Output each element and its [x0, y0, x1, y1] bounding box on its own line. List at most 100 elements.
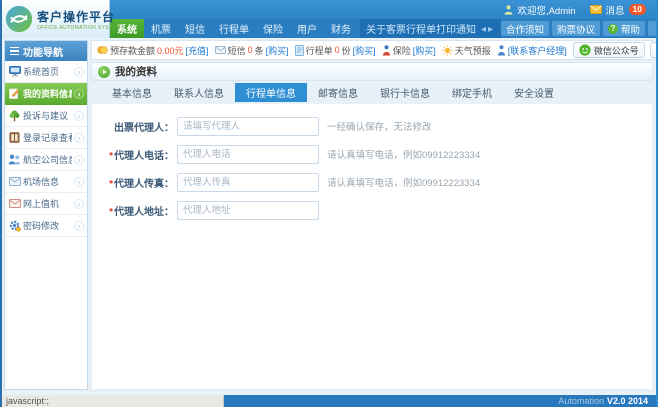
- tab-mailing-info[interactable]: 邮寄信息: [307, 83, 369, 102]
- itinerary-label: 行程单: [306, 44, 333, 57]
- sidebar-item-label: 投诉与建议: [23, 109, 68, 122]
- sms-envelope-icon: [215, 46, 226, 54]
- document-icon: [295, 45, 304, 56]
- weather-label: 天气预报: [455, 44, 491, 57]
- itinerary-form: 出票代理人： 一经确认保存，无法修改 *代理人电话： 请认真填写电话，例如099…: [91, 104, 653, 390]
- messages-label: 消息: [606, 3, 625, 17]
- logout-button[interactable]: → 退出: [648, 21, 658, 36]
- announcement-next-icon[interactable]: ▶: [488, 26, 495, 33]
- tab-bind-phone[interactable]: 绑定手机: [441, 83, 503, 102]
- account-info-bar: 预存款金额 0.00元 [充值] 短信 0 条 [购买]: [91, 40, 653, 60]
- sidebar-item-airports[interactable]: 机场信息 ›: [5, 171, 87, 193]
- checkin-envelope-icon: [8, 198, 21, 210]
- nav-item-finance[interactable]: 财务: [324, 19, 358, 38]
- recharge-link[interactable]: [充值]: [186, 44, 209, 57]
- tab-security-settings[interactable]: 安全设置: [503, 83, 565, 102]
- wechat-official-button[interactable]: 微信公众号: [573, 42, 645, 58]
- agent-address-input[interactable]: [177, 201, 319, 220]
- agent-phone-input[interactable]: [177, 145, 319, 164]
- app-subtitle: OFFICE AUTOMATION SYSTEM: [37, 25, 121, 31]
- profile-tabs: 基本信息 联系人信息 行程单信息 邮寄信息 银行卡信息 绑定手机 安全设置: [91, 83, 653, 102]
- status-link-target: javascript:;: [2, 395, 224, 407]
- ticket-agent-input[interactable]: [177, 117, 319, 136]
- logout-icon: →: [653, 23, 658, 34]
- messages-badge: 10: [629, 4, 646, 15]
- help-label: 帮助: [621, 22, 640, 36]
- nav-item-sms[interactable]: 短信: [178, 19, 212, 38]
- sms-count: 0: [248, 45, 253, 55]
- main-column: 预存款金额 0.00元 [充值] 短信 0 条 [购买]: [91, 40, 653, 390]
- sms-unit: 条: [255, 44, 264, 57]
- tab-contact-info[interactable]: 联系人信息: [163, 83, 235, 102]
- sms-buy-link[interactable]: [购买]: [266, 44, 289, 57]
- sms-label: 短信: [228, 44, 246, 57]
- nav-item-users[interactable]: 用户: [290, 19, 324, 38]
- announcement-arrows[interactable]: ◀▶: [481, 25, 495, 33]
- sidebar-item-change-password[interactable]: 密码修改 ›: [5, 215, 87, 237]
- brand-logo-icon: [5, 5, 33, 33]
- nav-right-actions: 合作须知 购票协议 ? 帮助 → 退出: [501, 19, 658, 38]
- itinerary-buy-link[interactable]: [购买]: [353, 44, 376, 57]
- infobar-right-buttons: 微信公众号 QQ客户: [573, 42, 658, 58]
- tab-bank-card-info[interactable]: 银行卡信息: [369, 83, 441, 102]
- status-bar: javascript:; AutomationV2.0 2014: [2, 395, 656, 407]
- user-icon: [504, 5, 513, 15]
- help-button[interactable]: ? 帮助: [603, 21, 645, 36]
- contact-manager-link[interactable]: [联系客户经理]: [508, 44, 567, 57]
- agent-fax-input[interactable]: [177, 173, 319, 192]
- tab-itinerary-info[interactable]: 行程单信息: [235, 83, 307, 102]
- field-label: *代理人电话：: [106, 147, 174, 162]
- chevron-right-icon: ›: [74, 133, 84, 143]
- announcement-ticker[interactable]: 关于客票行程单打印通知 ◀▶: [360, 19, 501, 38]
- page-title: 我的资料: [115, 64, 157, 79]
- content-header: 我的资料: [91, 62, 653, 81]
- sidebar: 功能导航 系统首页 › 我的资料信息 › 投诉与建议: [4, 40, 88, 390]
- weather-item[interactable]: 天气预报: [442, 44, 491, 57]
- sun-icon: [442, 45, 453, 56]
- sidebar-item-online-checkin[interactable]: 网上值机 ›: [5, 193, 87, 215]
- sidebar-item-airlines[interactable]: 航空公司信息 ›: [5, 149, 87, 171]
- sidebar-item-feedback[interactable]: 投诉与建议 ›: [5, 105, 87, 127]
- itinerary-count: 0: [335, 45, 340, 55]
- insurance-buy-link[interactable]: [购买]: [413, 44, 436, 57]
- sidebar-item-my-profile[interactable]: 我的资料信息 ›: [5, 83, 87, 105]
- purchase-agreement-button[interactable]: 购票协议: [552, 21, 600, 36]
- deposit-label: 预存款金额: [110, 44, 155, 57]
- chevron-right-icon: ›: [74, 221, 84, 231]
- chevron-right-icon: ›: [74, 111, 84, 121]
- nav-item-insurance[interactable]: 保险: [256, 19, 290, 38]
- announcement-prev-icon[interactable]: ◀: [481, 26, 488, 33]
- nav-item-itinerary[interactable]: 行程单: [212, 19, 256, 38]
- book-icon: [8, 132, 21, 144]
- contact-manager-item[interactable]: [联系客户经理]: [497, 44, 567, 57]
- sidebar-item-home[interactable]: 系统首页 ›: [5, 61, 87, 83]
- messages[interactable]: 消息 10: [590, 3, 646, 17]
- envelope-icon: [8, 176, 21, 188]
- welcome-user[interactable]: 欢迎您,Admin: [504, 3, 575, 17]
- people-icon: [8, 154, 21, 166]
- sidebar-header: 功能导航: [5, 41, 87, 61]
- sidebar-item-label: 系统首页: [23, 65, 59, 78]
- cooperation-notice-button[interactable]: 合作须知: [501, 21, 549, 36]
- chevron-right-icon: ›: [74, 89, 84, 99]
- qq-service-button[interactable]: QQ客户: [650, 42, 658, 58]
- app-window: 欢迎您,Admin 消息 10 系统 机票 短信 行程单 保险 用户 财务 关于…: [0, 0, 658, 407]
- field-label: 出票代理人：: [106, 119, 174, 134]
- sidebar-item-login-history[interactable]: 登录记录查看 ›: [5, 127, 87, 149]
- form-row-agent-name: 出票代理人： 一经确认保存，无法修改: [106, 116, 652, 136]
- app-title: 客户操作平台: [37, 8, 121, 25]
- body: 功能导航 系统首页 › 我的资料信息 › 投诉与建议: [2, 38, 656, 395]
- chevron-right-icon: ›: [74, 67, 84, 77]
- field-hint: 请认真填写电话，例如09912223334: [327, 175, 480, 189]
- monitor-icon: [8, 66, 21, 78]
- wechat-icon: [579, 44, 591, 56]
- nav-item-tickets[interactable]: 机票: [144, 19, 178, 38]
- sidebar-item-label: 我的资料信息: [23, 87, 72, 100]
- form-row-agent-fax: *代理人传真： 请认真填写电话，例如09912223334: [106, 172, 652, 192]
- version-info: AutomationV2.0 2014: [558, 396, 656, 406]
- field-label: *代理人地址：: [106, 203, 174, 218]
- sidebar-item-label: 登录记录查看: [23, 131, 72, 144]
- form-row-agent-phone: *代理人电话： 请认真填写电话，例如09912223334: [106, 144, 652, 164]
- form-row-agent-address: *代理人地址：: [106, 200, 652, 220]
- tab-basic-info[interactable]: 基本信息: [101, 83, 163, 102]
